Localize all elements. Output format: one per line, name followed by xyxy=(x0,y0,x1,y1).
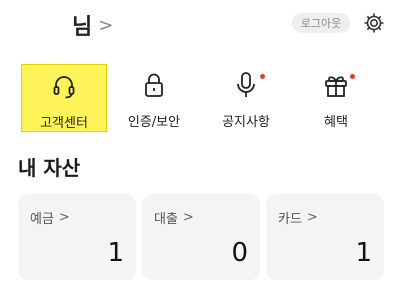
asset-card-name: 대출 xyxy=(154,212,178,227)
user-profile-link[interactable]: 님 > xyxy=(72,9,113,41)
chevron-right-icon: > xyxy=(182,210,194,225)
asset-card-name-row: 대출 > xyxy=(154,208,194,227)
quick-item-label: 인증/보안 xyxy=(127,115,181,130)
quick-item-benefits[interactable]: 혜택 xyxy=(293,64,379,132)
user-name: 님 xyxy=(72,15,93,40)
asset-card-name-row: 예금 > xyxy=(30,208,70,227)
top-header: 님 > 로그아웃 xyxy=(0,0,400,48)
gift-icon xyxy=(325,76,347,97)
my-assets-title: 내 자산 xyxy=(18,156,81,180)
gear-icon[interactable] xyxy=(362,11,386,35)
asset-card-name: 예금 xyxy=(30,212,54,227)
asset-card-card[interactable]: 카드 > 1 xyxy=(266,194,384,280)
asset-card-value: 1 xyxy=(355,238,372,268)
headset-icon xyxy=(53,76,75,99)
logout-button[interactable]: 로그아웃 xyxy=(292,13,350,33)
asset-card-value: 1 xyxy=(107,238,124,268)
chevron-right-icon: > xyxy=(306,210,318,225)
quick-item-label: 고객센터 xyxy=(40,116,88,131)
quick-item-auth-security[interactable]: 인증/보안 xyxy=(111,64,197,132)
asset-card-name-row: 카드 > xyxy=(278,208,318,227)
quick-item-customer-center[interactable]: 고객센터 xyxy=(21,64,107,132)
microphone-icon xyxy=(237,72,255,97)
asset-card-value: 0 xyxy=(231,238,248,268)
lock-icon xyxy=(145,73,163,97)
asset-card-name: 카드 xyxy=(278,212,302,227)
quick-item-notice[interactable]: 공지사항 xyxy=(203,64,289,132)
notification-dot xyxy=(350,74,355,79)
quick-menu: 고객센터 인증/보안 공지사항 혜택 xyxy=(0,60,400,135)
chevron-right-icon: > xyxy=(98,14,114,36)
chevron-right-icon: > xyxy=(58,210,70,225)
asset-card-loan[interactable]: 대출 > 0 xyxy=(142,194,260,280)
asset-card-deposit[interactable]: 예금 > 1 xyxy=(18,194,136,280)
notification-dot xyxy=(260,74,265,79)
quick-item-label: 공지사항 xyxy=(222,115,270,130)
quick-item-label: 혜택 xyxy=(324,115,348,130)
